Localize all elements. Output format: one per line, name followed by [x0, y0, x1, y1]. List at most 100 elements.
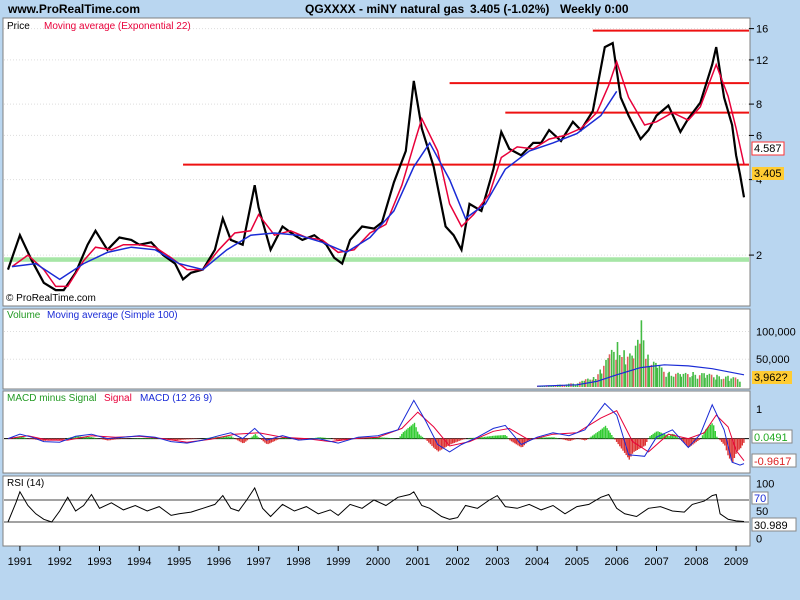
- macd-hist-bar: [514, 438, 516, 444]
- macd-hist-bar: [469, 437, 471, 439]
- macd-hist-bar: [557, 438, 559, 439]
- macd-hist-bar: [596, 432, 599, 439]
- macd-hist-bar: [716, 436, 718, 439]
- macd-hist-bar: [428, 438, 430, 443]
- volume-bar: [684, 372, 687, 387]
- macd-hist-bar: [224, 436, 226, 439]
- legend-signal: Signal: [104, 393, 132, 404]
- volume-bar: [642, 340, 645, 387]
- macd-hist-bar: [386, 437, 389, 439]
- macd-hist-bar: [615, 438, 618, 442]
- volume-bar: [608, 354, 611, 387]
- macd-hist-bar: [480, 437, 482, 439]
- time-tick-label: 2009: [724, 556, 748, 568]
- macd-hist-bar: [555, 437, 557, 439]
- volume-bar: [713, 377, 715, 387]
- macd-hist-bar: [324, 437, 327, 439]
- macd-hist-bar: [89, 437, 91, 439]
- macd-hist-bar: [670, 435, 672, 439]
- volume-bar: [696, 378, 699, 387]
- macd-hist-bar: [404, 430, 406, 439]
- price-tick-label: 12: [756, 55, 768, 67]
- chart-window: www.ProRealTime.com QGXXXX - miNY natura…: [0, 0, 800, 600]
- volume-bar: [595, 379, 597, 387]
- macd-hist-bar: [187, 438, 190, 440]
- volume-bar: [708, 373, 711, 387]
- macd-hist-bar: [326, 438, 328, 439]
- volume-bar: [734, 377, 737, 387]
- macd-hist-bar: [31, 438, 34, 440]
- macd-hist-bar: [609, 432, 611, 439]
- volume-bar: [655, 362, 657, 387]
- time-tick-label: 2006: [604, 556, 628, 568]
- macd-hist-bar: [149, 438, 151, 439]
- volume-bar: [732, 377, 735, 387]
- volume-bar: [632, 358, 635, 387]
- price-last-value: 3.405: [754, 168, 782, 180]
- macd-hist-bar: [439, 438, 441, 451]
- macd-hist-bar: [254, 434, 257, 439]
- macd-hist-bar: [380, 437, 382, 439]
- macd-hist-bar: [23, 437, 26, 439]
- macd-hist-bar: [584, 438, 586, 441]
- macd-hist-bar: [612, 437, 615, 439]
- macd-hist-bar: [116, 438, 118, 440]
- macd-hist-bar: [227, 436, 229, 439]
- time-tick-label: 1996: [207, 556, 231, 568]
- volume-bar: [694, 374, 697, 387]
- macd-hist-bar: [448, 438, 451, 445]
- macd-hist-bar: [256, 435, 258, 439]
- volume-bar: [639, 343, 641, 387]
- macd-hist-bar: [253, 435, 255, 439]
- macd-hist-bar: [493, 435, 495, 439]
- macd-hist-bar: [673, 434, 675, 439]
- macd-hist-bar: [590, 436, 592, 439]
- price-tick-label: 6: [756, 130, 762, 142]
- macd-hist-bar: [676, 436, 678, 439]
- volume-bar: [668, 371, 670, 387]
- chart-canvas[interactable]: 24681216 4.587 3.405 Price Moving averag…: [0, 0, 800, 600]
- macd-hist-bar: [549, 437, 551, 439]
- time-tick-label: 2001: [406, 556, 430, 568]
- volume-bar: [660, 367, 663, 387]
- macd-hist-bar: [701, 435, 704, 439]
- macd-hist-bar: [93, 437, 96, 439]
- volume-bar: [680, 376, 682, 387]
- macd-hist-bar: [321, 437, 323, 439]
- volume-bar: [623, 350, 625, 387]
- macd-hist-bar: [544, 437, 546, 439]
- volume-bar: [616, 342, 619, 387]
- support-band: [4, 257, 749, 262]
- macd-hist-bar: [426, 438, 428, 441]
- macd-hist-bar: [606, 428, 608, 439]
- macd-hist-bar: [63, 438, 66, 440]
- macd-hist-bar: [649, 436, 651, 439]
- time-tick-label: 1998: [286, 556, 310, 568]
- time-tick-label: 1991: [8, 556, 32, 568]
- macd-hist-bar: [232, 437, 234, 439]
- macd-hist-bar: [547, 437, 549, 439]
- macd-hist-bar: [603, 427, 605, 439]
- macd-hist-bar: [620, 438, 623, 449]
- macd-hist-bar: [452, 438, 454, 444]
- volume-bar: [687, 374, 689, 387]
- legend-volume-sma: Moving average (Simple 100): [47, 310, 178, 321]
- macd-hist-bar: [389, 438, 392, 439]
- macd-hist-bar: [420, 435, 422, 439]
- macd-hist-bar: [450, 438, 452, 445]
- macd-hist-bar: [650, 435, 653, 439]
- macd-hist-bar: [545, 437, 548, 439]
- macd-hist-bar: [711, 423, 713, 439]
- volume-bar: [650, 364, 653, 387]
- macd-hist-bar: [114, 438, 116, 440]
- volume-bar: [672, 376, 675, 387]
- macd-hist-bar: [738, 438, 740, 450]
- macd-hist-bar: [617, 438, 619, 445]
- macd-hist-bar: [512, 438, 514, 443]
- volume-bar: [677, 372, 679, 387]
- volume-last-value: 3,962?: [754, 372, 788, 384]
- rsi-panel[interactable]: [2, 475, 751, 547]
- price-panel[interactable]: [2, 17, 751, 307]
- macd-hist-bar: [708, 426, 710, 439]
- volume-bar: [648, 365, 651, 387]
